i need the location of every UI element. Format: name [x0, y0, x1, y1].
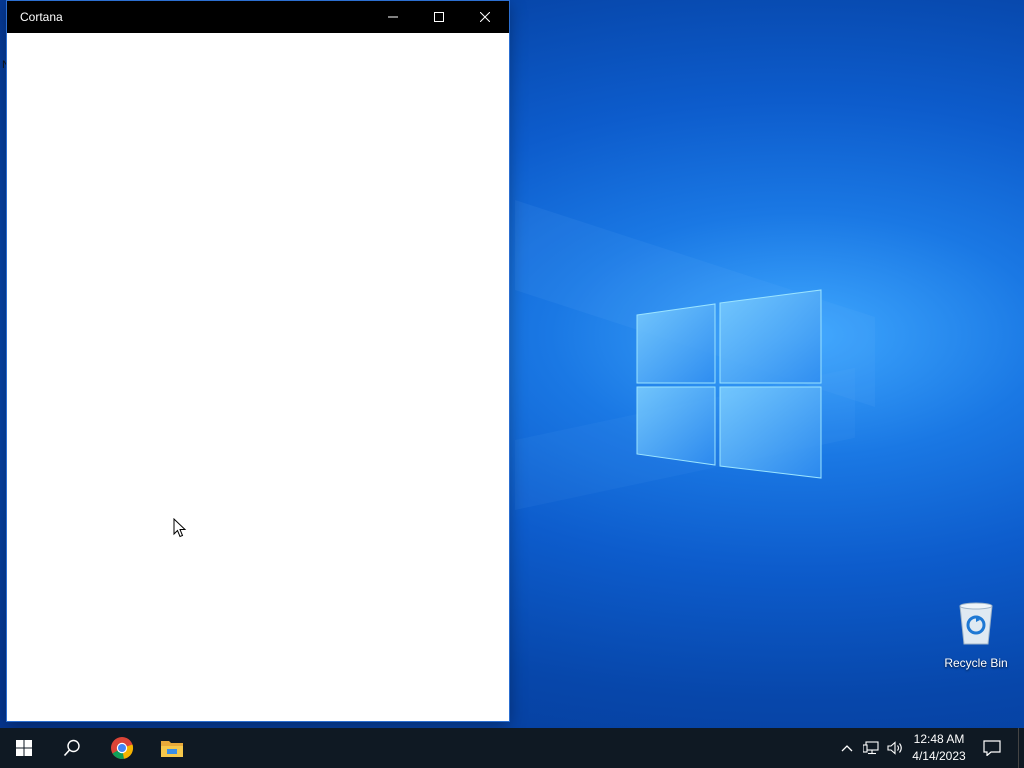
chevron-up-icon: [841, 745, 853, 752]
maximize-icon: [434, 12, 444, 22]
start-button[interactable]: [0, 728, 48, 768]
minimize-button[interactable]: [370, 1, 416, 33]
mouse-cursor-icon: [173, 518, 187, 538]
search-icon: [63, 739, 80, 757]
window-title: Cortana: [20, 10, 63, 24]
maximize-button[interactable]: [416, 1, 462, 33]
close-icon: [480, 12, 490, 22]
desktop-icon-recycle-bin[interactable]: Recycle Bin: [940, 600, 1012, 670]
clock-time: 12:48 AM: [913, 732, 965, 746]
volume-icon: [887, 741, 902, 755]
recycle-bin-icon: [959, 602, 993, 645]
windows-logo-wallpaper: [636, 289, 822, 479]
search-button[interactable]: [48, 728, 96, 768]
notification-icon: [983, 740, 1001, 756]
title-bar[interactable]: Cortana: [7, 1, 509, 33]
action-center-button[interactable]: [974, 728, 1010, 768]
chrome-taskbar-button[interactable]: [98, 728, 146, 768]
show-desktop-button[interactable]: [1018, 728, 1024, 768]
windows-start-icon: [16, 740, 32, 756]
close-button[interactable]: [462, 1, 508, 33]
cortana-window: Cortana: [7, 1, 509, 721]
network-button[interactable]: [860, 728, 882, 768]
chrome-icon: [111, 737, 134, 759]
recycle-bin-label: Recycle Bin: [944, 656, 1008, 670]
taskbar-clock[interactable]: 12:48 AM 4/14/2023: [906, 728, 972, 768]
volume-button[interactable]: [884, 728, 906, 768]
file-explorer-icon: [161, 741, 183, 757]
taskbar: 12:48 AM 4/14/2023: [0, 728, 1024, 768]
clock-date: 4/14/2023: [912, 749, 966, 763]
file-explorer-taskbar-button[interactable]: [148, 728, 196, 768]
minimize-icon: [388, 16, 398, 18]
network-icon: [863, 741, 879, 755]
show-hidden-icons-button[interactable]: [836, 728, 858, 768]
cortana-content-area[interactable]: [7, 33, 509, 721]
